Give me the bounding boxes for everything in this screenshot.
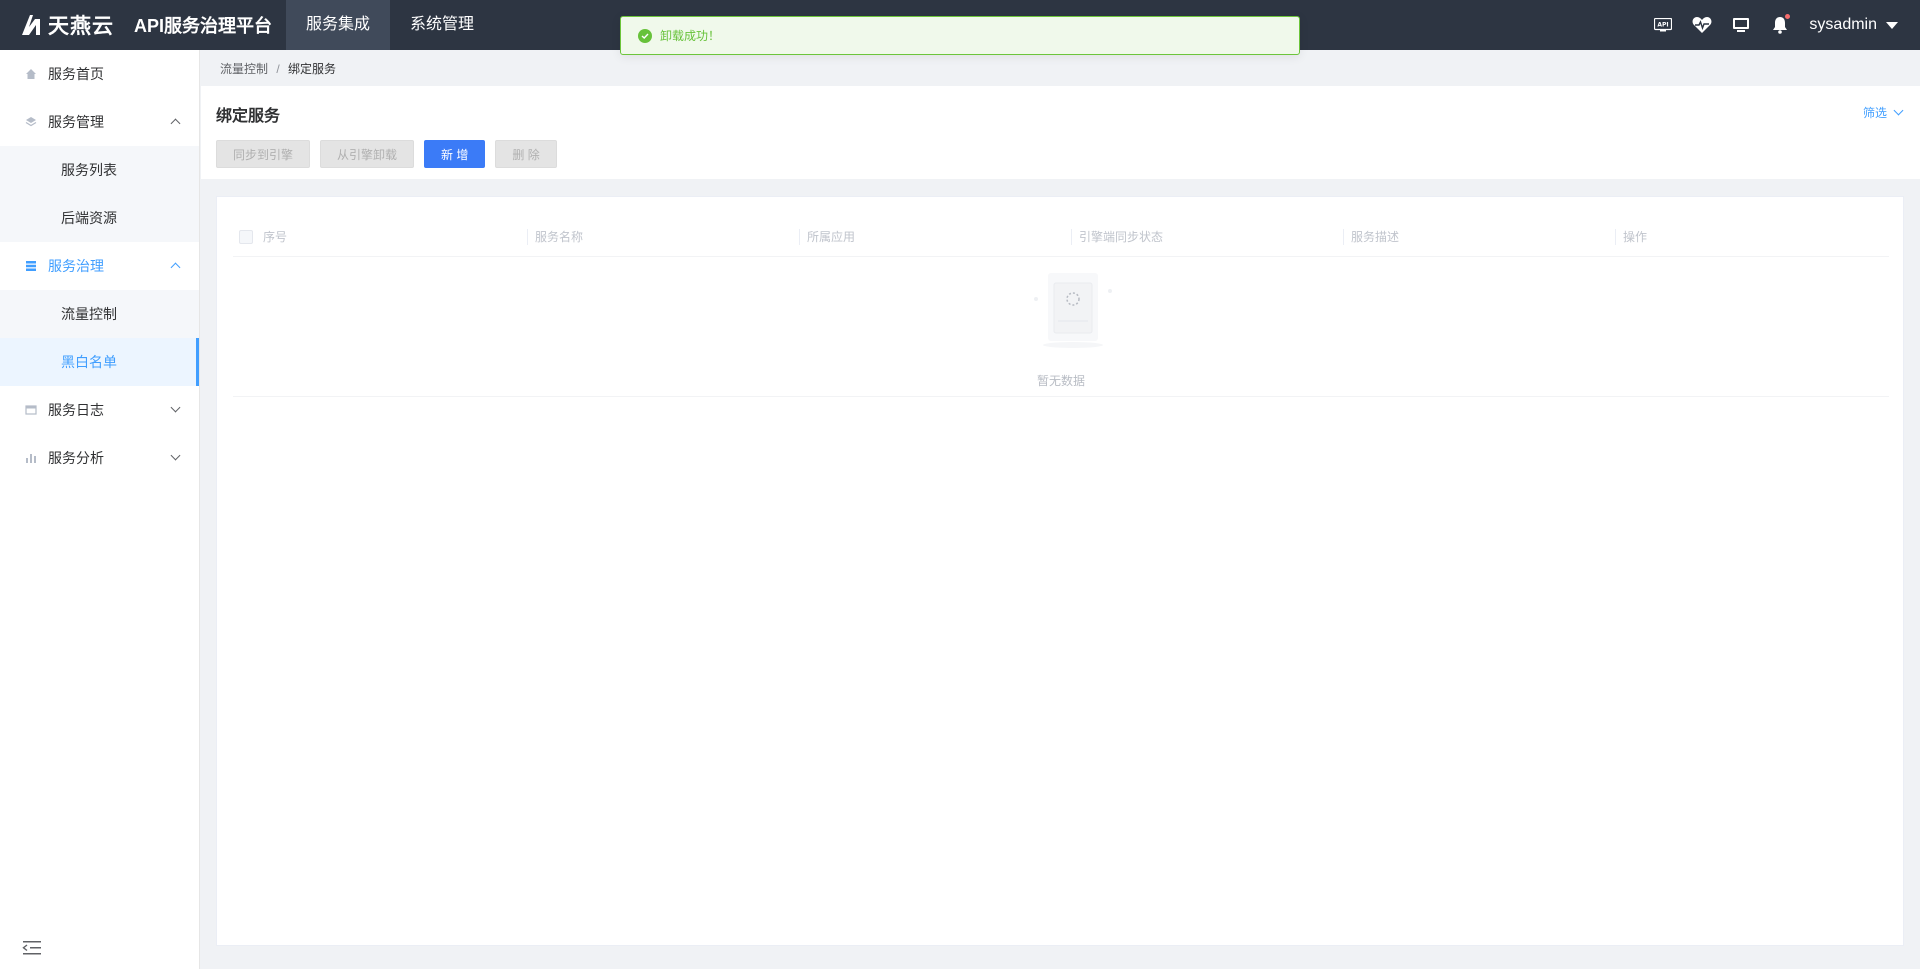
- top-nav-system-management[interactable]: 系统管理: [390, 0, 494, 50]
- breadcrumb-parent[interactable]: 流量控制: [220, 62, 268, 76]
- user-menu[interactable]: sysadmin: [1809, 16, 1898, 34]
- chevron-up-icon: [170, 118, 181, 129]
- column-header-application: 所属应用: [799, 217, 1071, 257]
- sidebar-item-black-white-list[interactable]: 黑白名单: [0, 338, 199, 386]
- breadcrumb: 流量控制 / 绑定服务: [220, 60, 336, 77]
- table-card: 序号 服务名称 所属应用 引擎端同步状态 服务描述 操作 暂无数据: [216, 196, 1904, 946]
- action-buttons: 同步到引擎 从引擎卸载 新 增 删 除: [216, 140, 567, 168]
- chevron-down-icon: [170, 402, 181, 413]
- sidebar-item-service-management[interactable]: 服务管理: [0, 98, 199, 146]
- log-icon: [24, 403, 38, 417]
- api-doc-icon[interactable]: API: [1652, 14, 1674, 36]
- sidebar: 服务首页 服务管理 服务列表 后端资源 服务治理 流量控制 黑白名单 服务日志 …: [0, 50, 200, 969]
- breadcrumb-current: 绑定服务: [288, 62, 337, 76]
- sync-to-engine-button[interactable]: 同步到引擎: [216, 140, 311, 168]
- empty-box-icon: [1034, 273, 1112, 348]
- top-right-tools: API sysadmin: [1635, 0, 1920, 50]
- breadcrumb-separator: /: [276, 62, 280, 76]
- chevron-down-icon: [170, 450, 181, 461]
- delete-button[interactable]: 删 除: [495, 140, 557, 168]
- select-all-checkbox[interactable]: [239, 229, 253, 244]
- chevron-down-icon: [1893, 105, 1904, 116]
- sidebar-item-flow-control[interactable]: 流量控制: [0, 290, 199, 338]
- column-header-index: 序号: [263, 230, 288, 244]
- page-title: 绑定服务: [216, 108, 281, 125]
- filter-toggle[interactable]: 筛选: [1862, 104, 1904, 121]
- monitor-screen-icon[interactable]: [1730, 14, 1752, 36]
- server-icon: [24, 259, 38, 273]
- sidebar-item-label: 服务分析: [48, 450, 104, 466]
- notification-badge: [1784, 13, 1792, 20]
- toast-message: 卸载成功！: [660, 29, 721, 43]
- filter-label: 筛选: [1862, 106, 1887, 120]
- caret-down-icon: [1886, 21, 1898, 29]
- sidebar-item-service-list[interactable]: 服务列表: [0, 146, 199, 194]
- sidebar-item-service-governance[interactable]: 服务治理: [0, 242, 199, 290]
- column-header-sync-status: 引擎端同步状态: [1071, 217, 1343, 257]
- brand-logo[interactable]: 天燕云 API服务治理平台: [0, 0, 286, 50]
- success-toast: 卸载成功！: [620, 16, 1300, 55]
- add-button[interactable]: 新 增: [424, 140, 486, 168]
- column-header-actions: 操作: [1615, 217, 1865, 257]
- sidebar-item-backend-resources[interactable]: 后端资源: [0, 194, 199, 242]
- brand-logo-icon: [22, 15, 40, 35]
- top-nav-service-integration[interactable]: 服务集成: [286, 0, 391, 50]
- health-monitor-icon[interactable]: [1691, 14, 1713, 36]
- platform-title: API服务治理平台: [134, 16, 273, 36]
- empty-text: 暂无数据: [1036, 374, 1085, 388]
- top-nav: 服务集成 系统管理: [286, 0, 494, 50]
- table-header: 序号 服务名称 所属应用 引擎端同步状态 服务描述 操作: [233, 217, 1889, 257]
- check-circle-icon: [638, 28, 652, 43]
- notification-bell-icon[interactable]: [1769, 13, 1792, 36]
- sidebar-item-label: 服务管理: [48, 114, 104, 130]
- home-icon: [24, 67, 38, 81]
- column-header-description: 服务描述: [1343, 217, 1615, 257]
- brand-name: 天燕云: [48, 15, 114, 38]
- page-header-panel: 绑定服务 筛选 同步到引擎 从引擎卸载 新 增 删 除: [201, 86, 1920, 179]
- sidebar-item-service-home[interactable]: 服务首页: [0, 50, 199, 98]
- sidebar-item-label: 服务日志: [48, 402, 104, 418]
- sidebar-item-label: 服务治理: [48, 258, 104, 274]
- empty-state: 暂无数据: [233, 257, 1889, 397]
- bar-chart-icon: [24, 451, 38, 465]
- api-icon-label: API: [1658, 22, 1669, 29]
- menu-collapse-icon[interactable]: [22, 940, 42, 956]
- column-header-service-name: 服务名称: [527, 217, 799, 257]
- username: sysadmin: [1809, 16, 1877, 33]
- chevron-up-icon: [170, 262, 181, 273]
- layers-icon: [24, 115, 38, 129]
- unload-from-engine-button[interactable]: 从引擎卸载: [320, 140, 415, 168]
- sidebar-item-label: 服务首页: [48, 66, 104, 82]
- sidebar-item-service-analysis[interactable]: 服务分析: [0, 434, 199, 482]
- sidebar-item-service-log[interactable]: 服务日志: [0, 386, 199, 434]
